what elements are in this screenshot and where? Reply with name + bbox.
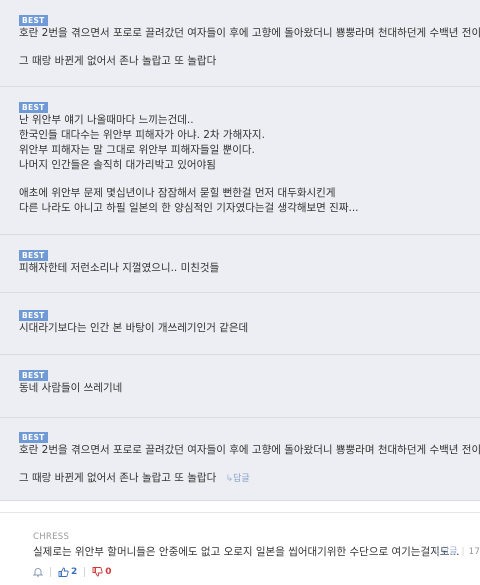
best-comment: BEST 호란 2번을 겪으면서 포로로 끌려갔던 여자들이 후에 고향에 돌아…	[0, 0, 480, 87]
alarm-icon	[33, 568, 43, 577]
upvote-button[interactable]: 2	[58, 567, 77, 577]
comment-text-line: 피해자한테 저런소리나 지껄였으니.. 미친것들	[19, 262, 220, 274]
downvote-count: 0	[105, 567, 112, 577]
best-badge: BEST	[19, 250, 48, 261]
best-comment: BEST 동네 사람들이 쓰레기네	[0, 355, 480, 418]
comment-actions: 2 0	[33, 565, 480, 579]
reply-label: 답글	[440, 547, 458, 557]
comment-text-line: 그 때랑 바뀐게 없어서 존나 놀랍고 또 놀랍다	[19, 55, 217, 67]
best-badge: BEST	[19, 15, 48, 26]
comment-text-line: 동네 사람들이 쓰레기네	[19, 382, 123, 394]
alarm-button[interactable]	[33, 567, 43, 577]
comment-meta: ↳답글 | 17	[433, 544, 480, 557]
comment-time: 17	[468, 547, 480, 557]
best-badge: BEST	[19, 102, 48, 113]
thumbs-up-icon	[58, 567, 69, 577]
action-separator	[50, 567, 51, 577]
reply-label: 답글	[233, 474, 250, 484]
best-comment: BEST 호란 2번을 겪으면서 포로로 끌려갔던 여자들이 후에 고향에 돌아…	[0, 418, 480, 501]
upvote-count: 2	[71, 567, 78, 577]
best-badge: BEST	[19, 432, 48, 443]
best-comment: BEST 난 위안부 얘기 나올때마다 느끼는건데.. 한국인들 대다수는 위안…	[0, 87, 480, 235]
comment-text-line: 그 때랑 바뀐게 없어서 존나 놀랍고 또 놀랍다 ↳답글	[19, 471, 480, 486]
comment-item: CHRESS 실제로는 위안부 할머니들은 안중에도 없고 오로지 일본을 씹어…	[0, 520, 480, 585]
comment-text: 그 때랑 바뀐게 없어서 존나 놀랍고 또 놀랍다	[19, 472, 217, 484]
comment-text-line: 호란 2번을 겪으면서 포로로 끌려갔던 여자들이 후에 고향에 돌아왔더니 뿅…	[19, 27, 480, 39]
reply-link[interactable]: ↳답글	[433, 547, 457, 557]
reply-arrow-icon: ↳	[225, 474, 234, 484]
reply-arrow-icon: ↳	[433, 547, 441, 557]
best-comment-list: BEST 호란 2번을 겪으면서 포로로 끌려갔던 여자들이 후에 고향에 돌아…	[0, 0, 480, 501]
comment-text-line: 다른 나라도 아니고 하필 일본의 한 양심적인 기자였다는걸 생각해보면 진짜…	[19, 202, 359, 214]
comment-text-line: 난 위안부 얘기 나올때마다 느끼는건데..	[19, 114, 194, 126]
comment-text-line: 위안부 피해자는 말 그대로 위안부 피해자들일 뿐이다.	[19, 144, 255, 156]
meta-separator: |	[461, 547, 465, 557]
comment-text-line: 나머지 인간들은 솔직히 대가리박고 있어야됨	[19, 159, 216, 171]
reply-link[interactable]: ↳답글	[226, 474, 250, 484]
best-comment: BEST 피해자한테 저런소리나 지껄였으니.. 미친것들	[0, 235, 480, 293]
downvote-button[interactable]: 0	[92, 567, 112, 577]
thumbs-down-icon	[92, 567, 103, 577]
comment-text-line: 한국인들 대다수는 위안부 피해자가 아냐. 2차 가해자지.	[19, 129, 265, 141]
comment-text: 실제로는 위안부 할머니들은 안중에도 없고 오로지 일본을 씹어대기위한 수단…	[33, 546, 460, 558]
best-comment: BEST 시대라기보다는 인간 본 바탕이 개쓰레기인거 같은데	[0, 293, 480, 355]
divider	[0, 512, 480, 513]
best-badge: BEST	[19, 370, 48, 381]
comment-text-line: 호란 2번을 겪으면서 포로로 끌려갔던 여자들이 후에 고향에 돌아왔더니 뿅…	[19, 444, 480, 456]
comment-author[interactable]: CHRESS	[33, 531, 480, 543]
comment-text-line: 시대라기보다는 인간 본 바탕이 개쓰레기인거 같은데	[19, 322, 249, 334]
comment-text-line: 애초에 위안부 문제 몇십년이나 잠잠해서 묻힐 뻔한걸 먼저 대두화시킨게	[19, 187, 336, 199]
action-separator	[84, 567, 86, 577]
best-badge: BEST	[19, 310, 48, 321]
